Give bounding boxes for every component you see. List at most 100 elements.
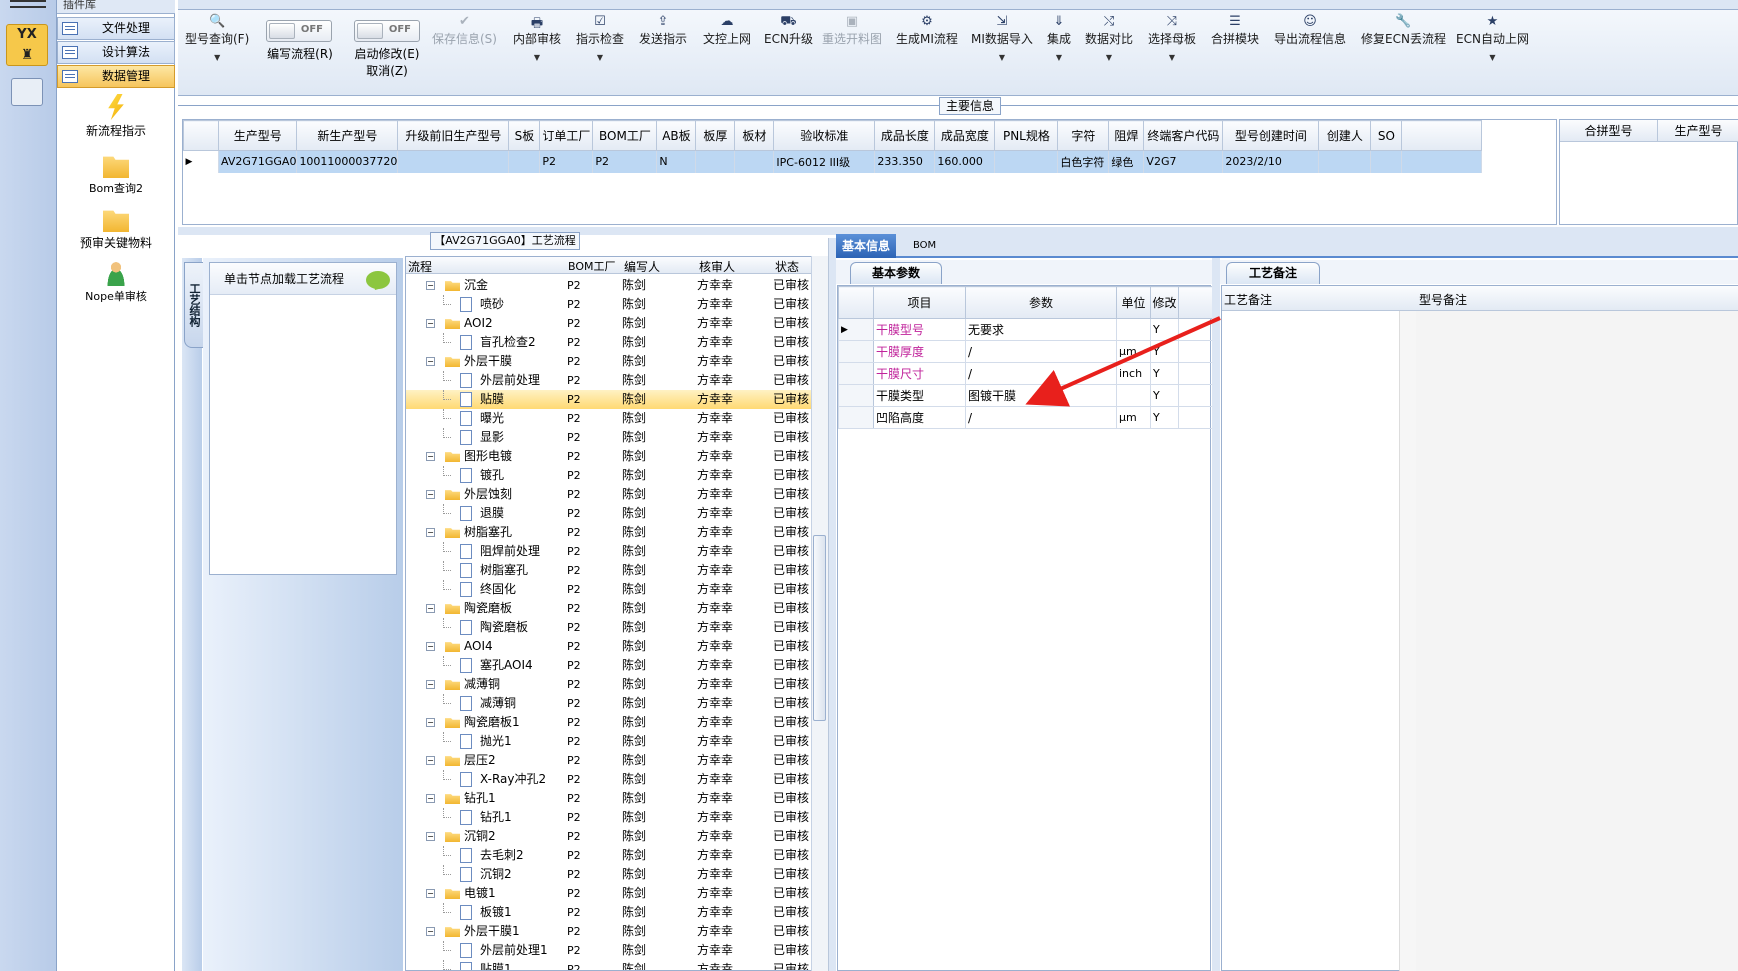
param-unit[interactable]: μm (1116, 340, 1151, 363)
table-cell[interactable] (1318, 150, 1372, 173)
column-header[interactable]: 型号创建时间 (1222, 120, 1320, 151)
table-cell[interactable]: 233.350 (874, 150, 936, 173)
nav-top-tab[interactable]: 插件库 (57, 0, 175, 14)
param-value[interactable]: / (965, 406, 1117, 429)
generate-mi-button[interactable]: ⚙ 生成MI流程 (896, 14, 958, 47)
merge-module-button[interactable]: ☰ 合拼模块 (1211, 14, 1259, 47)
column-header[interactable]: 生产型号 (217, 120, 298, 151)
tree-row[interactable]: 镀孔 P2 陈剑 方幸幸 已审核 (406, 466, 814, 485)
dropdown-icon[interactable]: ▼ (1148, 53, 1196, 62)
param-unit[interactable]: inch (1116, 362, 1151, 385)
param-grid[interactable]: 项目 参数 单位 修改 ▶ 干膜型号 无要求 Y 干膜厚度 / μm Y 干膜尺寸 / inch Y 干膜类型… (837, 285, 1213, 971)
collapse-icon[interactable]: − (426, 832, 435, 841)
merge-grid[interactable]: 合拼型号 生产型号 (1559, 119, 1738, 225)
tree-row[interactable]: 外层前处理1 P2 陈剑 方幸幸 已审核 (406, 941, 814, 960)
param-row[interactable]: ▶ 干膜型号 无要求 Y (838, 318, 1213, 341)
tree-row[interactable]: − 钻孔1 P2 陈剑 方幸幸 已审核 (406, 789, 814, 808)
note-scrollbar[interactable] (1399, 311, 1416, 971)
doc-online-button[interactable]: ☁ 文控上网 (703, 14, 751, 47)
column-header[interactable]: 项目 (873, 286, 966, 319)
ecn-upgrade-button[interactable]: ⛟ ECN升级 (764, 14, 813, 47)
quick-bom-query[interactable]: Bom查询2 (57, 152, 175, 196)
table-cell[interactable] (695, 150, 736, 173)
param-modify[interactable]: Y (1150, 340, 1179, 363)
collapse-icon[interactable]: − (426, 357, 435, 366)
tab-basic-params[interactable]: 基本参数 (850, 262, 942, 284)
send-instruction-button[interactable]: ⇪ 发送指示 (639, 14, 687, 47)
tree-row[interactable]: − 树脂塞孔 P2 陈剑 方幸幸 已审核 (406, 523, 814, 542)
internal-review-button[interactable]: 🖶 内部审核 ▼ (513, 14, 561, 62)
nav-item-data-management[interactable]: 数据管理 (57, 65, 175, 88)
table-cell[interactable]: IPC-6012 III级 (773, 150, 876, 173)
tree-row[interactable]: 盲孔检查2 P2 陈剑 方幸幸 已审核 (406, 333, 814, 352)
param-item[interactable]: 干膜尺寸 (873, 362, 966, 385)
tree-row[interactable]: 树脂塞孔 P2 陈剑 方幸幸 已审核 (406, 561, 814, 580)
column-header[interactable]: 板厚 (695, 120, 736, 151)
tree-row[interactable]: 抛光1 P2 陈剑 方幸幸 已审核 (406, 732, 814, 751)
tree-row[interactable]: 减薄铜 P2 陈剑 方幸幸 已审核 (406, 694, 814, 713)
reselect-cutting-button[interactable]: ▣ 重选开料图 (822, 14, 882, 47)
tree-row[interactable]: − 层压2 P2 陈剑 方幸幸 已审核 (406, 751, 814, 770)
param-modify[interactable]: Y (1150, 406, 1179, 429)
nav-item-algorithm[interactable]: 设计算法 (57, 41, 175, 64)
integrate-button[interactable]: ⇓ 集成 ▼ (1047, 14, 1071, 62)
tab-process-structure[interactable]: 工艺结构 (184, 262, 204, 348)
ecn-auto-online-button[interactable]: ★ ECN自动上网 ▼ (1456, 14, 1529, 62)
table-cell[interactable]: 绿色 (1108, 150, 1145, 173)
tree-row[interactable]: 钻孔1 P2 陈剑 方幸幸 已审核 (406, 808, 814, 827)
nav-item-file[interactable]: 文件处理 (57, 17, 175, 40)
collapse-icon[interactable]: − (426, 680, 435, 689)
process-tree-grid[interactable]: 流程 BOM工厂 编写人 核审人 状态 − 沉金 P2 陈剑 方幸幸 已审核 喷砂 P2 陈剑方… (405, 256, 828, 971)
tree-row[interactable]: 贴膜1 P2 陈剑 方幸幸 已审核 (406, 960, 814, 970)
calculator-icon[interactable] (11, 78, 43, 106)
node-list[interactable] (209, 262, 397, 575)
param-modify[interactable]: Y (1150, 362, 1179, 385)
dropdown-icon[interactable]: ▼ (576, 53, 624, 62)
param-unit[interactable]: μm (1116, 406, 1151, 429)
tree-row[interactable]: 退膜 P2 陈剑 方幸幸 已审核 (406, 504, 814, 523)
collapse-icon[interactable]: − (426, 452, 435, 461)
table-cell[interactable]: 白色字符 (1057, 150, 1110, 173)
tree-row[interactable]: − 陶瓷磨板 P2 陈剑 方幸幸 已审核 (406, 599, 814, 618)
column-header[interactable]: 验收标准 (773, 120, 876, 151)
column-header[interactable]: 核审人 (699, 258, 735, 275)
param-unit[interactable] (1116, 384, 1151, 407)
repair-ecn-button[interactable]: 🔧 修复ECN丢流程 (1361, 14, 1446, 47)
export-process-button[interactable]: ☺ 导出流程信息 (1274, 14, 1346, 47)
tree-row[interactable]: − 陶瓷磨板1 P2 陈剑 方幸幸 已审核 (406, 713, 814, 732)
main-info-grid[interactable]: 生产型号 新生产型号 升级前旧生产型号 S板 订单工厂 BOM工厂 AB板 板厚 板材 验收标准成… (182, 119, 1557, 225)
column-header[interactable]: 板材 (734, 120, 775, 151)
tree-row[interactable]: X-Ray冲孔2 P2 陈剑 方幸幸 已审核 (406, 770, 814, 789)
tree-row[interactable]: 沉铜2 P2 陈剑 方幸幸 已审核 (406, 865, 814, 884)
column-header[interactable]: 订单工厂 (539, 120, 594, 151)
param-modify[interactable]: Y (1150, 384, 1179, 407)
collapse-icon[interactable]: − (426, 794, 435, 803)
vertical-splitter[interactable] (828, 238, 836, 971)
select-mother-board-button[interactable]: ⤨ 选择母板 ▼ (1148, 14, 1196, 62)
save-info-button[interactable]: ✔ 保存信息(S) (432, 14, 497, 47)
param-modify[interactable]: Y (1150, 318, 1179, 341)
table-cell[interactable]: 10011000037720 (296, 150, 399, 173)
column-header[interactable]: 新生产型号 (296, 120, 399, 151)
tree-row[interactable]: 终固化 P2 陈剑 方幸幸 已审核 (406, 580, 814, 599)
tree-row[interactable]: − 图形电镀 P2 陈剑 方幸幸 已审核 (406, 447, 814, 466)
collapse-icon[interactable]: − (426, 281, 435, 290)
hamburger-menu-icon[interactable] (10, 0, 46, 8)
column-header[interactable]: 成品宽度 (934, 120, 996, 151)
column-header[interactable]: 成品长度 (874, 120, 936, 151)
tree-row[interactable]: 板镀1 P2 陈剑 方幸幸 已审核 (406, 903, 814, 922)
param-item[interactable]: 干膜型号 (873, 318, 966, 341)
column-header[interactable]: 终端客户代码 (1143, 120, 1224, 151)
column-header[interactable]: 阻焊 (1108, 120, 1145, 151)
tree-row[interactable]: 喷砂 P2 陈剑 方幸幸 已审核 (406, 295, 814, 314)
tree-row[interactable]: 贴膜 P2 陈剑 方幸幸 已审核 (406, 390, 814, 409)
column-header[interactable]: 参数 (965, 286, 1117, 319)
data-compare-button[interactable]: ⤭ 数据对比 ▼ (1085, 14, 1133, 62)
tree-row[interactable]: 曝光 P2 陈剑 方幸幸 已审核 (406, 409, 814, 428)
collapse-icon[interactable]: − (426, 927, 435, 936)
tab-process-note[interactable]: 工艺备注 (1226, 262, 1320, 284)
collapse-icon[interactable]: − (426, 756, 435, 765)
tree-row[interactable]: − 电镀1 P2 陈剑 方幸幸 已审核 (406, 884, 814, 903)
column-header[interactable]: 升级前旧生产型号 (397, 120, 510, 151)
table-cell[interactable] (1370, 150, 1403, 173)
